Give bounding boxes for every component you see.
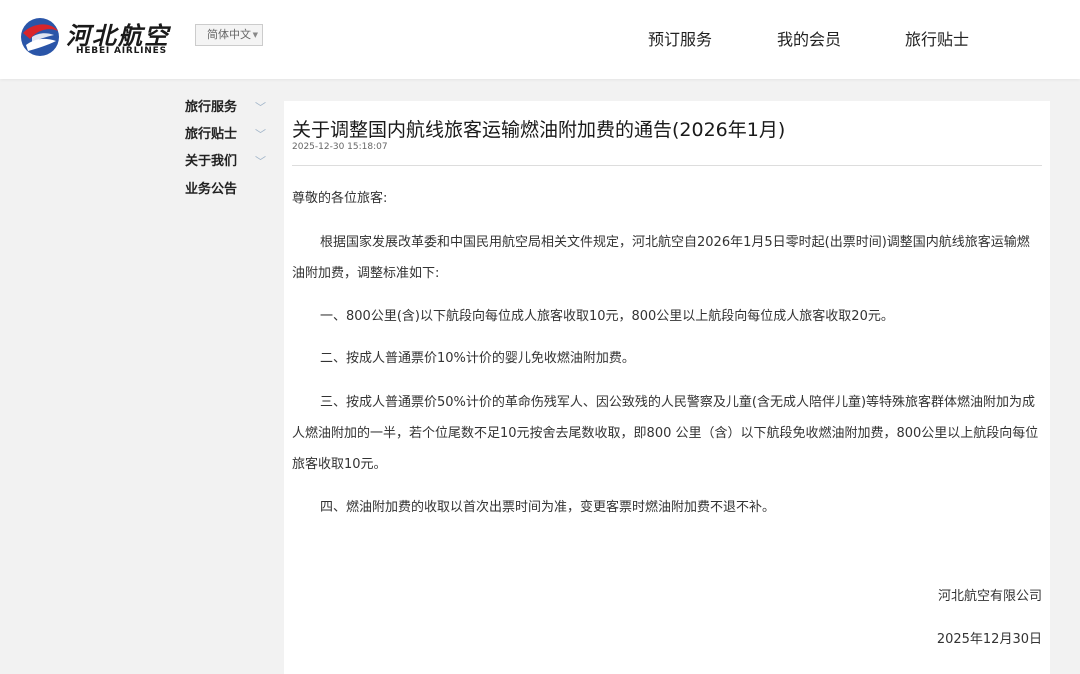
sidebar-item-travel-tips[interactable]: 旅行贴士 ﹀ (185, 125, 270, 145)
caret-down-icon: ▼ (252, 31, 258, 39)
sidebar-item-travel-services[interactable]: 旅行服务 ﹀ (185, 98, 270, 118)
nav-travel-tips[interactable]: 旅行贴士 (905, 26, 969, 50)
article-timestamp: 2025-12-30 15:18:07 (292, 142, 388, 152)
logo-emblem-icon (21, 18, 59, 56)
sidebar-item-business-notices[interactable]: 业务公告 (185, 180, 270, 200)
article-title: 关于调整国内航线旅客运输燃油附加费的通告(2026年1月) (292, 119, 786, 141)
article-item-4: 四、燃油附加费的收取以首次出票时间为准，变更客票时燃油附加费不退不补。 (320, 500, 776, 515)
hebei-airlines-logo[interactable]: 河北航空 HEBEI AIRLINES (20, 14, 170, 60)
sidebar-item-label: 关于我们 (185, 154, 238, 169)
signature-date: 2025年12月30日 (936, 632, 1042, 647)
chevron-down-icon: ﹀ (255, 101, 266, 114)
sidebar-item-label: 业务公告 (185, 182, 238, 197)
article-item-2: 二、按成人普通票价10%计价的婴儿免收燃油附加费。 (320, 351, 635, 366)
article-intro: 根据国家发展改革委和中国民用航空局相关文件规定，河北航空自2026年1月5日零时… (292, 235, 1030, 281)
nav-my-membership[interactable]: 我的会员 (777, 26, 841, 50)
article-item-3: 三、按成人普通票价50%计价的革命伤残军人、因公致残的人民警察及儿童(含无成人陪… (292, 395, 1039, 472)
article-item-1: 一、800公里(含)以下航段向每位成人旅客收取10元，800公里以上航段向每位成… (320, 309, 894, 324)
sidebar-item-label: 旅行服务 (185, 100, 238, 115)
sidebar-item-about-us[interactable]: 关于我们 ﹀ (185, 152, 270, 172)
nav-booking-services[interactable]: 预订服务 (648, 26, 712, 50)
logo-english-text: HEBEI AIRLINES (76, 46, 167, 56)
chevron-down-icon: ﹀ (255, 128, 266, 141)
article-greeting: 尊敬的各位旅客: (292, 191, 388, 206)
article-panel: 关于调整国内航线旅客运输燃油附加费的通告(2026年1月) 2025-12-30… (284, 101, 1050, 674)
site-header: 河北航空 HEBEI AIRLINES 简体中文 ▼ 预订服务 我的会员 旅行贴… (0, 0, 1080, 79)
signature-org: 河北航空有限公司 (937, 589, 1042, 604)
language-select[interactable]: 简体中文 ▼ (195, 24, 263, 46)
title-divider (292, 165, 1042, 166)
chevron-down-icon: ﹀ (255, 155, 266, 168)
language-select-value: 简体中文 (207, 28, 251, 41)
sidebar-item-label: 旅行贴士 (185, 127, 238, 142)
